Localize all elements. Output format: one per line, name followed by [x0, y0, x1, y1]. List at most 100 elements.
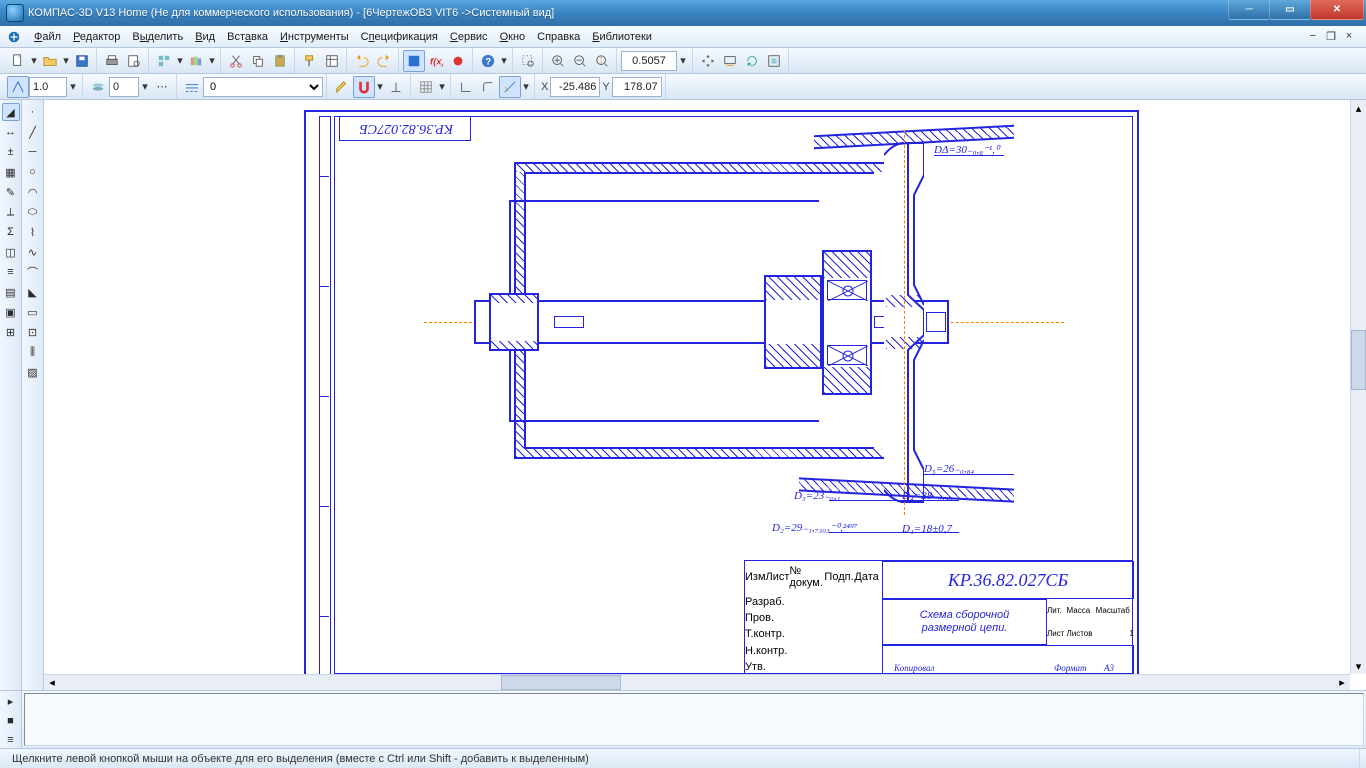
tool-notations[interactable]: ± [2, 143, 20, 161]
open-dropdown[interactable]: ▾ [61, 50, 71, 72]
linestyle-select[interactable]: 0 [203, 77, 323, 97]
param-mode-button[interactable] [385, 76, 407, 98]
mdi-minimize[interactable]: − [1306, 30, 1320, 43]
tool-insert[interactable]: ⊞ [2, 323, 20, 341]
zoom-window-button[interactable] [517, 50, 539, 72]
grid-dropdown[interactable]: ▾ [437, 76, 447, 98]
tool-equid[interactable]: ⫼ [24, 343, 42, 361]
menu-service[interactable]: Сервис [444, 29, 494, 45]
tool-build[interactable]: ▦ [2, 163, 20, 181]
print-button[interactable] [101, 50, 123, 72]
properties-button[interactable] [321, 50, 343, 72]
cut-button[interactable] [225, 50, 247, 72]
mdi-restore[interactable]: ❐ [1324, 30, 1338, 43]
library-button[interactable] [185, 50, 207, 72]
layer-input[interactable] [109, 77, 139, 97]
bottom-panel-body[interactable] [24, 693, 1364, 746]
tool-chamfer[interactable]: ◣ [24, 283, 42, 301]
zoom-value-dropdown[interactable]: ▾ [677, 50, 689, 72]
menu-spec[interactable]: Спецификация [355, 29, 444, 45]
ucs-dropdown[interactable]: ▾ [521, 76, 531, 98]
zoom-in-button[interactable] [547, 50, 569, 72]
tool-rect[interactable]: ▭ [24, 303, 42, 321]
pick-style-button[interactable] [331, 76, 353, 98]
redo-button[interactable] [373, 50, 395, 72]
help-button[interactable]: ? [477, 50, 499, 72]
mdi-close[interactable]: × [1342, 30, 1356, 43]
tool-collect[interactable]: ⊡ [24, 323, 42, 341]
open-button[interactable] [39, 50, 61, 72]
round-button[interactable] [477, 76, 499, 98]
scrollbar-h[interactable]: ◂ ▸ [44, 674, 1350, 690]
menu-tools[interactable]: Инструменты [274, 29, 355, 45]
menu-insert[interactable]: Вставка [221, 29, 274, 45]
close-button[interactable]: ✕ [1310, 0, 1364, 20]
tool-segment[interactable]: ─ [24, 143, 42, 161]
step-dropdown[interactable]: ▾ [67, 76, 79, 98]
menu-edit[interactable]: Редактор [67, 29, 126, 45]
doc-manager-dropdown[interactable]: ▾ [175, 50, 185, 72]
layer-button[interactable] [87, 76, 109, 98]
menu-file[interactable]: Файл [28, 29, 67, 45]
coord-x-input[interactable] [550, 77, 600, 97]
paste-button[interactable] [269, 50, 291, 72]
tool-spec[interactable]: ≡ [2, 263, 20, 281]
tool-views[interactable]: ▣ [2, 303, 20, 321]
snap-magnet-button[interactable] [353, 76, 375, 98]
pan-button[interactable] [697, 50, 719, 72]
zoom-all-button[interactable] [763, 50, 785, 72]
help-dropdown[interactable]: ▾ [499, 50, 509, 72]
stop-button[interactable] [447, 50, 469, 72]
tool-arc[interactable]: ◠ [24, 183, 42, 201]
tool-spline[interactable]: ∿ [24, 243, 42, 261]
bp-tool-2[interactable]: ■ [2, 712, 20, 729]
bp-tool-1[interactable]: ▸ [2, 693, 20, 710]
bp-tool-3[interactable]: ≡ [2, 731, 20, 748]
drawing-canvas[interactable]: КР.36.82.027СБ [44, 100, 1366, 690]
linestyle-button[interactable] [181, 76, 203, 98]
snap-step-button[interactable] [7, 76, 29, 98]
undo-button[interactable] [351, 50, 373, 72]
tool-edit[interactable]: ✎ [2, 183, 20, 201]
snap-dropdown[interactable]: ▾ [375, 76, 385, 98]
menu-help[interactable]: Справка [531, 29, 586, 45]
grid-button[interactable] [415, 76, 437, 98]
scrollbar-v[interactable]: ▴ ▾ [1350, 100, 1366, 674]
new-doc-dropdown[interactable]: ▾ [29, 50, 39, 72]
tool-ellipse[interactable]: ⬭ [24, 203, 42, 221]
tool-fillet[interactable]: ⌒ [24, 263, 42, 281]
tool-measure[interactable]: Σ [2, 223, 20, 241]
layer-dropdown[interactable]: ▾ [139, 76, 151, 98]
step-input[interactable] [29, 77, 67, 97]
variables-button[interactable]: f(x) [425, 50, 447, 72]
library-dropdown[interactable]: ▾ [207, 50, 217, 72]
new-doc-button[interactable] [7, 50, 29, 72]
tool-polyline[interactable]: ⌇ [24, 223, 42, 241]
tool-report[interactable]: ▤ [2, 283, 20, 301]
coord-y-input[interactable] [612, 77, 662, 97]
tool-circle[interactable]: ○ [24, 163, 42, 181]
redraw-button[interactable] [741, 50, 763, 72]
tool-select[interactable]: ◫ [2, 243, 20, 261]
zoom-out-button[interactable] [569, 50, 591, 72]
layer-manage-button[interactable]: ⋯ [151, 76, 173, 98]
menu-libs[interactable]: Библиотеки [586, 29, 658, 45]
menu-select[interactable]: Выделить [126, 29, 189, 45]
tool-aux-line[interactable]: ╱ [24, 123, 42, 141]
zoom-prev-button[interactable] [719, 50, 741, 72]
zoom-dynamic-button[interactable] [591, 50, 613, 72]
tool-point[interactable]: · [24, 103, 42, 121]
copy-button[interactable] [247, 50, 269, 72]
tool-params[interactable]: ⟂ [2, 203, 20, 221]
save-button[interactable] [71, 50, 93, 72]
minimize-button[interactable]: ─ [1228, 0, 1270, 20]
zoom-value-input[interactable] [621, 51, 677, 71]
tool-geometry[interactable]: ◢ [2, 103, 20, 121]
format-painter-button[interactable] [299, 50, 321, 72]
menu-window[interactable]: Окно [494, 29, 532, 45]
print-preview-button[interactable] [123, 50, 145, 72]
maximize-button[interactable]: ▭ [1269, 0, 1311, 20]
ucs-button[interactable] [499, 76, 521, 98]
tool-hatch[interactable]: ▨ [24, 363, 42, 381]
model-button[interactable] [403, 50, 425, 72]
